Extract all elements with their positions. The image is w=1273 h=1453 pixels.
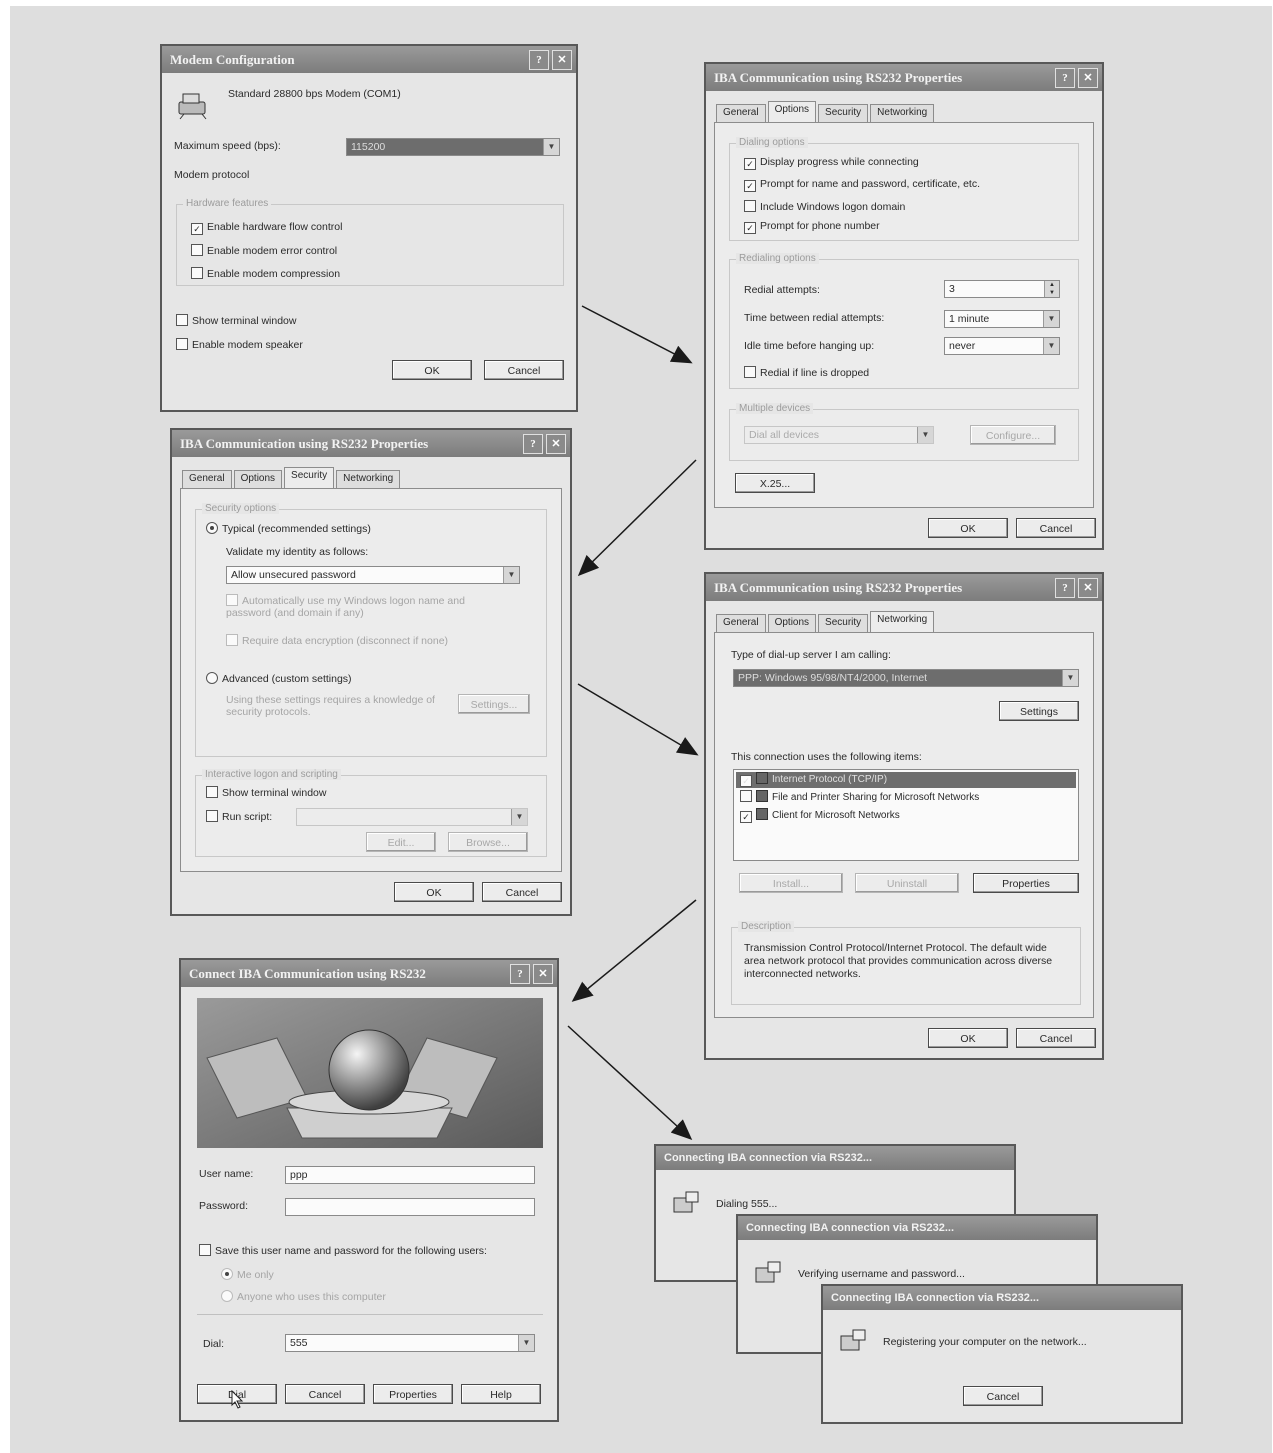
arrow-modem-to-options [581, 305, 693, 364]
arrow-options-to-security [577, 459, 697, 577]
arrow-networking-to-connect [571, 899, 697, 1002]
arrow-security-to-networking [577, 683, 699, 756]
flow-arrows [567, 305, 699, 1141]
arrow-connect-to-progress [567, 1025, 693, 1141]
